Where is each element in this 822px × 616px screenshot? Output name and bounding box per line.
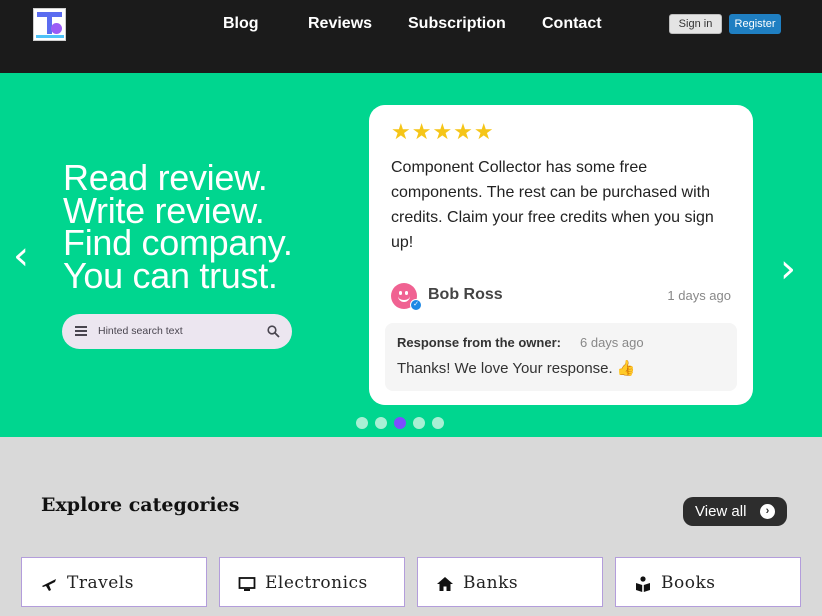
category-label: Books: [661, 573, 716, 593]
categories-title: Explore categories: [41, 494, 240, 516]
tagline-line: You can trust.: [63, 254, 278, 296]
rating-stars: ★★★★★: [391, 119, 495, 144]
response-text: Thanks! We love Your response. 👍: [397, 360, 636, 377]
carousel-dot[interactable]: [375, 417, 387, 429]
airplane-icon: [42, 579, 56, 591]
review-author: ✓ Bob Ross 1 days ago: [391, 281, 731, 311]
category-label: Travels: [67, 573, 134, 593]
search-placeholder[interactable]: Hinted search text: [98, 325, 183, 337]
view-all-label: View all: [695, 503, 747, 520]
home-icon: [437, 577, 453, 591]
category-label: Electronics: [265, 573, 368, 593]
view-all-button[interactable]: View all ›: [683, 497, 787, 526]
category-card-banks[interactable]: Banks: [417, 557, 603, 607]
category-card-books[interactable]: Books: [615, 557, 801, 607]
nav-link-contact[interactable]: Contact: [542, 15, 602, 33]
hero-section: ‹ › Read review. Write review. Find comp…: [0, 73, 822, 437]
category-card-travels[interactable]: Travels: [21, 557, 207, 607]
carousel-dot-active[interactable]: [394, 417, 406, 429]
carousel-dot[interactable]: [356, 417, 368, 429]
review-text: Component Collector has some free compon…: [391, 159, 714, 251]
category-card-electronics[interactable]: Electronics: [219, 557, 405, 607]
hero-tagline: Read review. Write review. Find company.…: [63, 160, 293, 296]
sign-in-button[interactable]: Sign in: [669, 14, 722, 34]
verified-badge-icon: ✓: [410, 299, 422, 311]
top-header: Blog Reviews Subscription Contact Sign i…: [0, 0, 822, 73]
response-label: Response from the owner:: [397, 335, 561, 350]
search-icon[interactable]: [267, 325, 280, 338]
menu-icon[interactable]: [75, 326, 87, 336]
site-logo[interactable]: [33, 8, 66, 41]
register-button[interactable]: Register: [729, 14, 781, 34]
search-bar[interactable]: Hinted search text: [62, 314, 292, 349]
book-reader-icon: [636, 576, 650, 592]
nav-link-subscription[interactable]: Subscription: [408, 15, 506, 33]
author-name: Bob Ross: [428, 286, 503, 303]
carousel-next-arrow[interactable]: ›: [780, 249, 796, 289]
carousel-dot[interactable]: [413, 417, 425, 429]
response-date: 6 days ago: [580, 335, 644, 350]
review-date: 1 days ago: [667, 288, 731, 303]
review-card: ★★★★★ Component Collector has some free …: [369, 105, 753, 405]
nav-link-reviews[interactable]: Reviews: [308, 15, 372, 33]
chevron-right-icon: ›: [760, 504, 775, 519]
carousel-dot[interactable]: [432, 417, 444, 429]
owner-response: Response from the owner: 6 days ago Than…: [385, 323, 737, 391]
carousel-prev-arrow[interactable]: ‹: [13, 236, 29, 276]
nav-link-blog[interactable]: Blog: [223, 15, 259, 33]
category-label: Banks: [463, 573, 519, 593]
monitor-icon: [238, 577, 256, 591]
